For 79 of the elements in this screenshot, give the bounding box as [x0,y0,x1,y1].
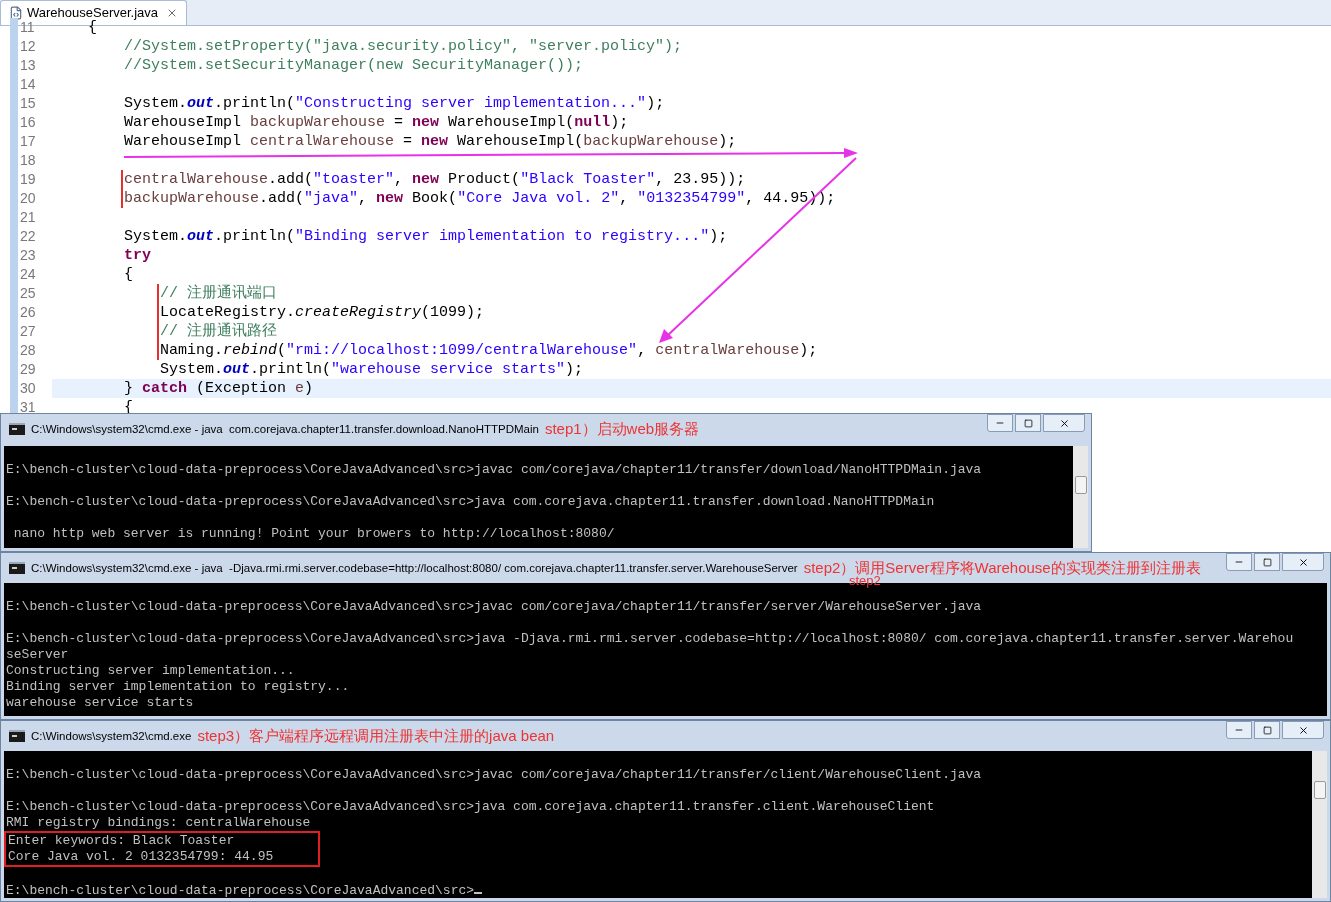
line-number: 22 [20,227,37,246]
line-number: 19 [20,170,37,189]
line-number: 17 [20,132,37,151]
console-line: E:\bench-cluster\cloud-data-preprocess\CoreJavaAdvanced\src>javac com/corejava/chapter11/transfer/client/WarehouseClient.java [6,767,983,783]
console-icon [9,730,25,742]
window-title: C:\Windows\system32\cmd.exe - java -Djava.rmi.rmi.server.codebase=http://localhost:8080/ com.corejava.chapter11.transfer.server.WarehouseServer [31,561,798,576]
code-line: // 注册通讯端口 [159,284,278,303]
maximize-button[interactable] [1254,553,1280,571]
line-number: 15 [20,94,37,113]
code-line: LocateRegistry.createRegistry(1099); [159,303,485,322]
close-button[interactable] [1282,553,1324,571]
close-button[interactable] [1282,721,1324,739]
annotation-text: step1）启动web服务器 [544,419,700,439]
file-icon [9,6,23,20]
close-icon [1297,724,1309,736]
code-line: centralWarehouse.add("toaster", new Product("Black Toaster", 23.95)); [123,170,746,189]
line-number: 14 [20,75,37,94]
code-line: //System.setProperty("java.security.policy", "server.policy"); [123,37,683,56]
code-line: System.out.println("Binding server implementation to registry..."); [123,227,728,246]
line-number: 20 [20,189,37,208]
line-number: 28 [20,341,37,360]
code-line: // 注册通讯路径 [159,322,278,341]
line-number: 25 [20,284,37,303]
console-icon [9,562,25,574]
annotation-text: step3）客户端程序远程调用注册表中注册的java bean [197,726,555,746]
maximize-icon [1262,557,1272,567]
minimize-button[interactable] [987,414,1013,432]
console-line: Constructing server implementation... [6,663,296,679]
line-number: 13 [20,56,37,75]
maximize-icon [1262,725,1272,735]
console-line: E:\bench-cluster\cloud-data-preprocess\CoreJavaAdvanced\src>java com.corejava.chapter11.transfer.download.NanoHTTPDMain [6,494,936,510]
console-line: E:\bench-cluster\cloud-data-preprocess\CoreJavaAdvanced\src> [6,883,1312,898]
console-line: E:\bench-cluster\cloud-data-preprocess\CoreJavaAdvanced\src>javac com/corejava/chapter11/transfer/server/WarehouseServer.java [6,599,983,615]
console-line: E:\bench-cluster\cloud-data-preprocess\CoreJavaAdvanced\src>javac com/corejava/chapter11/transfer/download/NanoHTTPDMain.java [6,462,983,478]
scrollbar[interactable] [1073,446,1088,548]
minimize-button[interactable] [1226,721,1252,739]
line-number: 16 [20,113,37,132]
minimize-button[interactable] [1226,553,1252,571]
code-line: WarehouseImpl backupWarehouse = new WarehouseImpl(null); [123,113,629,132]
code-line: //System.setSecurityManager(new SecurityManager()); [123,56,584,75]
code-line: System.out.println("Constructing server implementation..."); [123,94,665,113]
line-number: 31 [20,398,37,413]
line-number: 29 [20,360,37,379]
console-line: E:\bench-cluster\cloud-data-preprocess\CoreJavaAdvanced\src>java com.corejava.chapter11.transfer.client.WarehouseClient [6,799,936,815]
console-line: Enter keywords: Black Toaster [8,833,236,849]
console-line: Core Java vol. 2 0132354799: 44.95 [8,849,275,865]
line-number: 26 [20,303,37,322]
line-number: 21 [20,208,37,227]
maximize-button[interactable] [1015,414,1041,432]
tab-label: WarehouseServer.java [27,4,159,21]
annotation-text: step2）调用Server程序将Warehouse的实现类注册到注册表 [803,558,1201,576]
code-line: Naming.rebind("rmi://localhost:1099/centralWarehouse", centralWarehouse); [159,341,818,360]
code-line: System.out.println("warehouse service starts"); [159,360,584,379]
scrollbar[interactable] [1312,751,1327,898]
console-line: nano http web server is running! Point your browers to http://localhost:8080/ [12,526,616,542]
console-icon [9,423,25,435]
maximize-icon [1023,418,1033,428]
close-icon [1297,556,1309,568]
maximize-button[interactable] [1254,721,1280,739]
close-button[interactable] [1043,414,1085,432]
code-line: WarehouseImpl centralWarehouse = new WarehouseImpl(backupWarehouse); [123,132,737,151]
line-number: 23 [20,246,37,265]
scroll-thumb[interactable] [1074,476,1087,494]
window-title: C:\Windows\system32\cmd.exe [31,729,192,744]
console-line: Binding server implementation to registry... [6,679,351,695]
code-line: { [123,265,133,284]
line-number: 27 [20,322,37,341]
code-line: try [123,246,152,265]
close-icon [1058,417,1070,429]
line-number: 30 [20,379,37,398]
console-line: warehouse service starts [6,695,195,711]
line-number: 18 [20,151,37,170]
console-line: RMI registry bindings: centralWarehouse [6,815,312,831]
scroll-thumb[interactable] [1313,781,1326,799]
line-number: 12 [20,37,37,56]
console-line: E:\bench-cluster\cloud-data-preprocess\CoreJavaAdvanced\src>java -Djava.rmi.rmi.server.codebase=http://localhost:8080/ com.corejava.chapter11.transfer.server.Warehou [6,631,1295,647]
console-line: seServer [6,647,70,663]
line-number: 24 [20,265,37,284]
window-title: C:\Windows\system32\cmd.exe - java com.corejava.chapter11.transfer.download.NanoHTTPDMain [31,422,539,437]
